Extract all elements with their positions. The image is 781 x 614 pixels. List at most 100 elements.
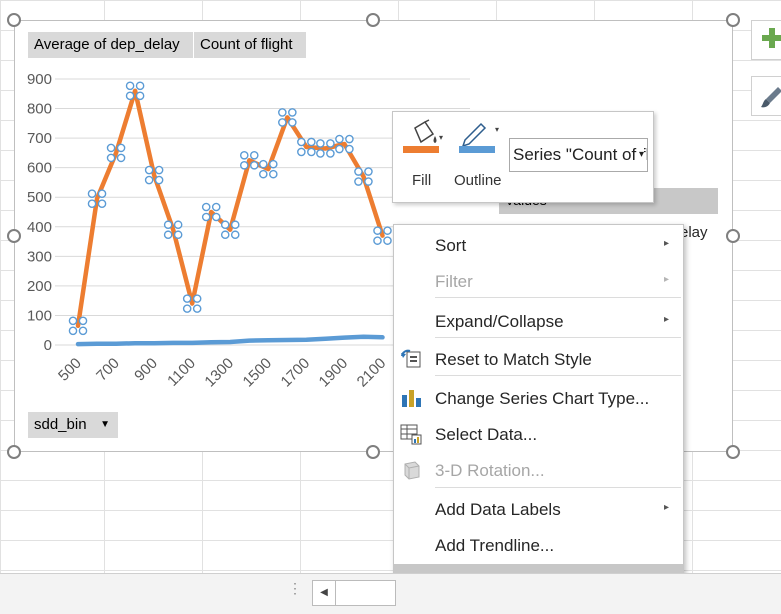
menu-item-change-series-chart-type[interactable]: Change Series Chart Type... [394,381,683,415]
data-point-selection-handle[interactable] [278,108,287,117]
data-point-selection-handle[interactable] [307,147,316,157]
data-point-selection-handle[interactable] [97,189,107,198]
data-point-selection-handle[interactable] [220,230,230,240]
data-point-selection-handle[interactable] [78,326,88,336]
data-point-selection-handle[interactable] [373,226,382,235]
data-point-selection-handle[interactable] [163,220,173,230]
resize-handle-right[interactable] [726,229,740,243]
outline-button[interactable]: ▾ Outline [451,118,511,198]
menu-item-expand-collapse[interactable]: Expand/Collapse ▸ [394,304,683,338]
data-point-selection-handle[interactable] [354,167,363,176]
data-point-selection-handle[interactable] [230,230,240,240]
data-point-selection-handle[interactable] [201,212,211,222]
splitter-handle[interactable]: ⋮ [288,580,302,597]
series-selector-dropdown[interactable]: Series "Count of flight" ▾ [509,138,648,172]
data-point-selection-handle[interactable] [116,153,126,163]
resize-handle-left[interactable] [7,229,21,243]
data-point-selection-handle[interactable] [173,230,183,240]
sdd-bin-field-button[interactable]: sdd_bin ▼ [28,412,118,438]
svg-text:▾: ▾ [439,133,443,142]
data-point-selection-handle[interactable] [106,153,116,163]
data-point-selection-handle[interactable] [239,160,249,170]
scroll-left-button[interactable]: ◀ [312,580,336,606]
data-point-selection-handle[interactable] [316,149,325,158]
menu-item-reset-to-match-style[interactable]: Reset to Match Style [394,342,683,376]
data-point-selection-handle[interactable] [335,134,344,144]
data-point-selection-handle[interactable] [297,147,306,157]
resize-handle-bottom-right[interactable] [726,445,740,459]
data-point-selection-handle[interactable] [182,294,192,303]
data-point-selection-handle[interactable] [135,81,145,91]
data-point-selection-handle[interactable] [135,91,145,101]
data-point-selection-handle[interactable] [249,150,259,160]
data-point-selection-handle[interactable] [125,81,135,91]
data-point-selection-handle[interactable] [383,226,392,235]
data-point-selection-handle[interactable] [154,175,164,185]
data-point-selection-handle[interactable] [297,137,306,147]
resize-handle-bottom-left[interactable] [7,445,21,459]
data-point-selection-handle[interactable] [211,202,221,212]
menu-item-label: Expand/Collapse [435,312,564,331]
data-point-selection-handle[interactable] [144,165,154,175]
x-tick-label: 1500 [240,355,276,391]
menu-item-3-d-rotation[interactable]: 3-D Rotation... [394,453,683,487]
series-line[interactable] [75,88,385,329]
data-point-selection-handle[interactable] [268,169,278,179]
data-point-selection-handle[interactable] [345,144,354,154]
legend-entry[interactable]: elay [680,224,708,241]
menu-item-label: Add Trendline... [435,536,555,555]
data-point-selection-handle[interactable] [288,118,297,127]
resize-handle-top-right[interactable] [726,13,740,27]
data-point-selection-handle[interactable] [316,139,325,148]
data-point-selection-handle[interactable] [288,108,297,117]
data-point-selection-handle[interactable] [383,236,392,245]
horizontal-scrollbar[interactable] [336,580,396,606]
data-point-selection-handle[interactable] [173,220,183,230]
data-point-selection-handle[interactable] [345,134,354,144]
data-point-selection-handle[interactable] [68,316,78,326]
data-point-selection-handle[interactable] [230,220,240,230]
data-point-selection-handle[interactable] [68,326,78,336]
menu-item-sort[interactable]: Sort ▸ [394,228,683,262]
data-point-selection-handle[interactable] [87,199,97,208]
fill-button[interactable]: ▾ Fill [399,118,449,198]
data-point-selection-handle[interactable] [87,189,97,198]
data-point-selection-handle[interactable] [144,175,154,185]
data-point-selection-handle[interactable] [326,149,335,158]
data-point-selection-handle[interactable] [192,294,202,303]
menu-item-select-data[interactable]: Select Data... [394,417,683,451]
resize-handle-bottom[interactable] [366,445,380,459]
data-point-selection-handle[interactable] [364,177,373,186]
paint-bucket-icon: ▾ [403,119,443,153]
menu-item-add-trendline[interactable]: Add Trendline... [394,528,683,562]
data-point-selection-handle[interactable] [192,304,202,313]
data-point-selection-handle[interactable] [307,137,316,147]
data-point-selection-handle[interactable] [116,143,126,153]
data-point-selection-handle[interactable] [364,167,373,176]
data-point-selection-handle[interactable] [154,165,164,175]
data-point-selection-handle[interactable] [220,220,230,230]
data-point-selection-handle[interactable] [182,304,192,313]
data-point-selection-handle[interactable] [258,159,268,169]
data-point-selection-handle[interactable] [258,169,268,179]
data-point-selection-handle[interactable] [163,230,173,240]
resize-handle-top-left[interactable] [7,13,21,27]
data-point-selection-handle[interactable] [373,236,382,245]
data-point-selection-handle[interactable] [239,150,249,160]
resize-handle-top[interactable] [366,13,380,27]
menu-item-add-data-labels[interactable]: Add Data Labels ▸ [394,492,683,526]
data-point-selection-handle[interactable] [249,160,259,170]
data-point-selection-handle[interactable] [278,118,287,127]
menu-item-filter[interactable]: Filter ▸ [394,264,683,298]
data-point-selection-handle[interactable] [125,91,135,101]
data-point-selection-handle[interactable] [78,316,88,326]
data-point-selection-handle[interactable] [335,144,344,154]
series-line[interactable] [75,334,385,347]
data-point-selection-handle[interactable] [106,143,116,153]
data-point-selection-handle[interactable] [211,212,221,222]
data-point-selection-handle[interactable] [97,199,107,208]
data-point-selection-handle[interactable] [201,202,211,212]
data-point-selection-handle[interactable] [326,139,335,148]
data-point-selection-handle[interactable] [268,159,278,169]
data-point-selection-handle[interactable] [354,177,363,186]
